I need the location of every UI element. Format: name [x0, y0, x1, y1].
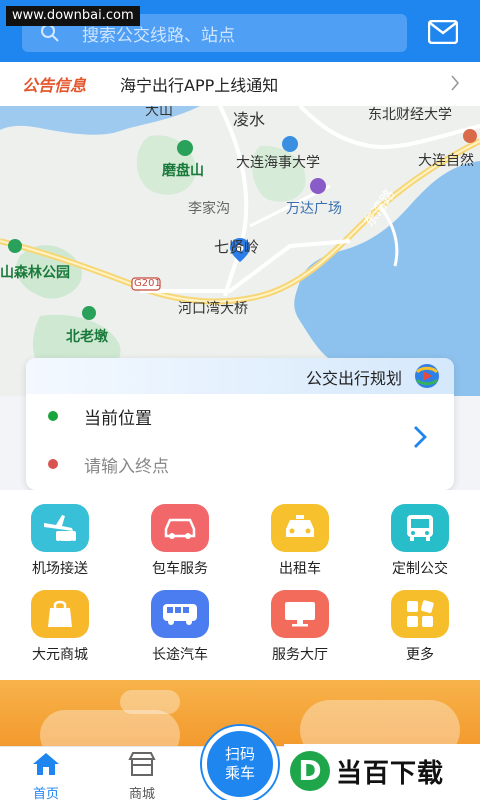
banner-cloud: [300, 700, 460, 746]
shopping-bag-icon: [31, 590, 89, 638]
service-label: 长途汽车: [152, 647, 208, 663]
map-label-forest-park: 山森林公园: [0, 265, 70, 281]
start-location-field[interactable]: 当前位置: [26, 396, 406, 436]
service-more[interactable]: 更多: [360, 582, 480, 668]
planner-header: 公交出行规划: [26, 358, 454, 394]
service-label: 出租车: [279, 561, 321, 577]
grid-more-icon: [391, 590, 449, 638]
nav-mall-label: 商城: [128, 787, 155, 800]
nav-mall[interactable]: 商城: [102, 751, 182, 800]
service-charter[interactable]: 包车服务: [120, 496, 240, 582]
map-label-lijiagou: 李家沟: [188, 201, 230, 217]
map-label-dlmu: 大连海事大学: [236, 155, 320, 171]
chevron-right-icon: [451, 75, 460, 91]
map-label-qixianling: 七贤岭: [214, 238, 260, 256]
current-location-text: 当前位置: [84, 408, 152, 429]
map-label-dalian-ziran: 大连自然: [418, 153, 474, 169]
service-label: 更多: [406, 647, 434, 663]
service-label: 定制公交: [392, 561, 448, 577]
map-label-mopanshan: 磨盘山: [162, 163, 204, 179]
notice-tag: 公告信息: [22, 76, 87, 95]
map-label-beilaodun: 北老墩: [66, 329, 108, 345]
service-label: 包车服务: [152, 561, 208, 577]
service-airport-transfer[interactable]: 机场接送: [0, 496, 120, 582]
service-long-distance[interactable]: 长途汽车: [120, 582, 240, 668]
start-dot: [48, 411, 58, 421]
service-hall[interactable]: 服务大厅: [240, 582, 360, 668]
banner-cloud: [120, 690, 180, 714]
banner-cloud: [40, 710, 180, 746]
notice-text: 海宁出行APP上线通知: [120, 76, 279, 95]
destination-placeholder: 请输入终点: [84, 456, 169, 477]
app-logo-icon: [415, 364, 439, 388]
map-label-wanda: 万达广场: [286, 201, 342, 217]
scan-ride-button[interactable]: 扫码 乘车: [202, 726, 278, 800]
map-view[interactable]: 大山 凌水 东北财经大学 磨盘山 大连海事大学 大连自然 万达广场 李家沟 东湾…: [0, 106, 480, 396]
notice-bar[interactable]: 公告信息 海宁出行APP上线通知: [0, 62, 480, 106]
coach-bus-icon: [151, 590, 209, 638]
service-taxi[interactable]: 出租车: [240, 496, 360, 582]
watermark-text: 当百下载: [336, 758, 445, 789]
services-grid: 机场接送 包车服务 出租车 定制公交 大元商城 长途汽车 服务大厅 更多: [0, 490, 480, 680]
service-label: 机场接送: [32, 561, 88, 577]
watermark-logo: D: [290, 751, 330, 791]
service-label: 服务大厅: [272, 647, 328, 663]
map-label-lingshui: 凌水: [233, 110, 266, 129]
search-icon: [41, 24, 59, 42]
download-site-watermark: D 当百下载: [284, 744, 480, 798]
airplane-bus-icon: [31, 504, 89, 552]
planner-title: 公交出行规划: [305, 369, 402, 388]
nav-home-label: 首页: [32, 787, 59, 800]
nav-home[interactable]: 首页: [6, 751, 86, 800]
service-label: 大元商城: [32, 647, 88, 663]
monitor-icon: [271, 590, 329, 638]
map-label-g201: G201: [134, 278, 161, 289]
mail-icon[interactable]: [428, 20, 458, 44]
trip-planner-card: 公交出行规划 当前位置 请输入终点: [26, 358, 454, 490]
service-custom-bus[interactable]: 定制公交: [360, 496, 480, 582]
go-arrow-icon[interactable]: [412, 424, 428, 450]
car-icon: [151, 504, 209, 552]
end-dot: [48, 459, 58, 469]
taxi-icon: [271, 504, 329, 552]
service-mall[interactable]: 大元商城: [0, 582, 120, 668]
store-icon: [128, 752, 156, 776]
scan-line2: 乘车: [224, 764, 255, 782]
custom-bus-icon: [391, 504, 449, 552]
site-watermark: www.downbai.com: [6, 6, 140, 26]
map-label-dufe: 东北财经大学: [368, 107, 452, 123]
home-icon: [33, 753, 59, 775]
map-label-dashan: 大山: [145, 106, 173, 119]
scan-line1: 扫码: [224, 745, 255, 763]
map-label-hekouwan: 河口湾大桥: [178, 301, 248, 317]
destination-field[interactable]: 请输入终点: [26, 444, 406, 484]
